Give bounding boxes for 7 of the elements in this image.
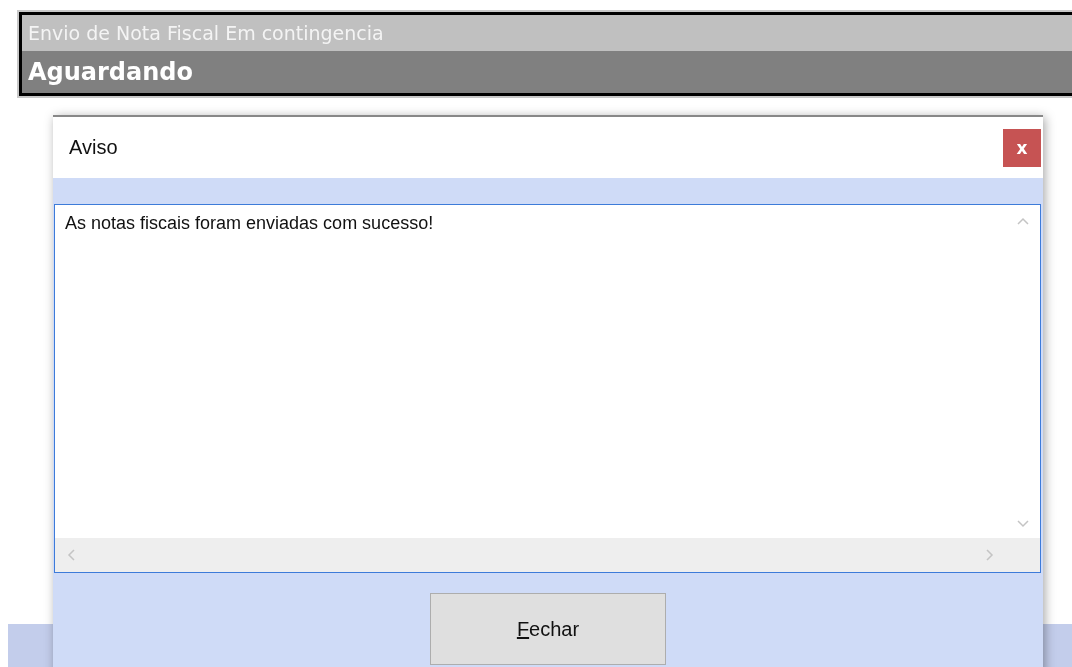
dialog-title: Aviso [69,136,118,159]
horizontal-scrollbar[interactable] [55,538,1040,572]
close-button[interactable]: x [1003,128,1041,167]
status-text: Aguardando [22,51,1072,93]
message-text: As notas fiscais foram enviadas com sucesso! [64,212,435,235]
close-dialog-button[interactable]: Fechar [430,593,666,665]
message-box[interactable]: As notas fiscais foram enviadas com sucesso! [54,204,1041,573]
